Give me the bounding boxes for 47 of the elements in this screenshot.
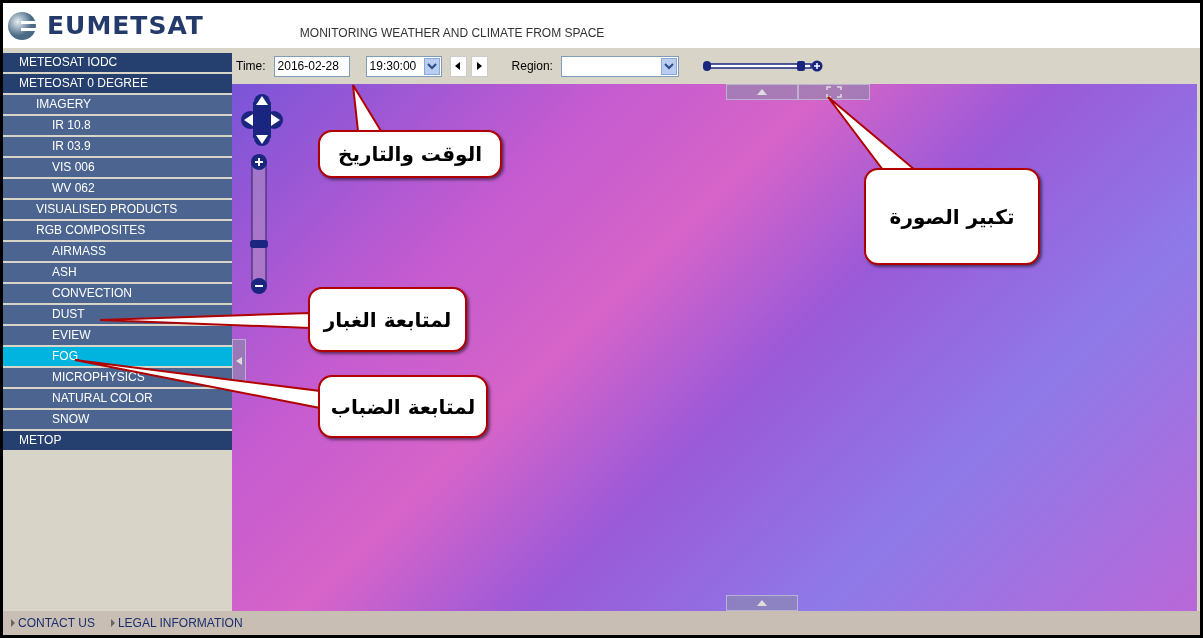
triangle-up-icon [757, 600, 767, 606]
menu-item[interactable]: METOP [3, 431, 232, 452]
dropdown-caret-icon [663, 62, 674, 70]
region-label: Region: [511, 58, 553, 75]
zoom-thumb[interactable] [250, 239, 268, 248]
menu-item[interactable]: NATURAL COLOR [3, 389, 232, 410]
menu-item[interactable]: SNOW [3, 410, 232, 431]
menu-item[interactable]: METEOSAT IODC [3, 53, 232, 74]
callout-label: لمتابعة الغبار [308, 287, 467, 352]
previous-button[interactable] [449, 55, 467, 77]
menu-item[interactable]: WV 062 [3, 179, 232, 200]
slider-thumb[interactable] [797, 61, 806, 71]
date-field[interactable]: 2016-02-28 [273, 55, 350, 77]
fullscreen-icon [826, 86, 842, 98]
menu-item[interactable]: RGB COMPOSITES [3, 221, 232, 242]
menu-item[interactable]: IMAGERY [3, 95, 232, 116]
menu-item[interactable]: EVIEW [3, 326, 232, 347]
footer-link[interactable]: LEGAL INFORMATION [110, 614, 243, 632]
triangle-right-icon [476, 62, 483, 70]
menu-item[interactable]: IR 10.8 [3, 116, 232, 137]
menu-item[interactable]: AIRMASS [3, 242, 232, 263]
zoom-slider[interactable] [250, 154, 268, 294]
menu-item[interactable]: IR 03.9 [3, 137, 232, 158]
time-dropdown[interactable]: 19:30:00 [365, 55, 442, 77]
footer-link[interactable]: CONTACT US [11, 614, 95, 632]
tagline: MONITORING WEATHER AND CLIMATE FROM SPACE [299, 24, 605, 42]
menu-item[interactable]: ASH [3, 263, 232, 284]
menu-item[interactable]: VISUALISED PRODUCTS [3, 200, 232, 221]
timeline-slider[interactable] [702, 60, 823, 72]
triangle-right-icon [11, 619, 15, 627]
zoom-out-icon[interactable] [251, 278, 267, 294]
triangle-left-icon [236, 357, 242, 365]
zoom-in-icon[interactable] [251, 154, 267, 170]
next-button[interactable] [470, 55, 488, 77]
pan-control-icon[interactable] [241, 94, 283, 146]
triangle-left-icon [455, 62, 462, 70]
callout-label: لمتابعة الضباب [318, 375, 488, 438]
triangle-right-icon [110, 619, 115, 627]
time-label: Time: [236, 58, 266, 75]
menu-item[interactable]: VIS 006 [3, 158, 232, 179]
callout-pointer [352, 84, 383, 132]
triangle-up-icon [757, 89, 767, 95]
menu-item[interactable]: METEOSAT 0 DEGREE [3, 74, 232, 95]
region-dropdown[interactable] [560, 55, 679, 77]
menu-item[interactable]: CONVECTION [3, 284, 232, 305]
logo-text: EUMETSAT [47, 9, 204, 42]
dropdown-caret-icon [426, 62, 437, 70]
